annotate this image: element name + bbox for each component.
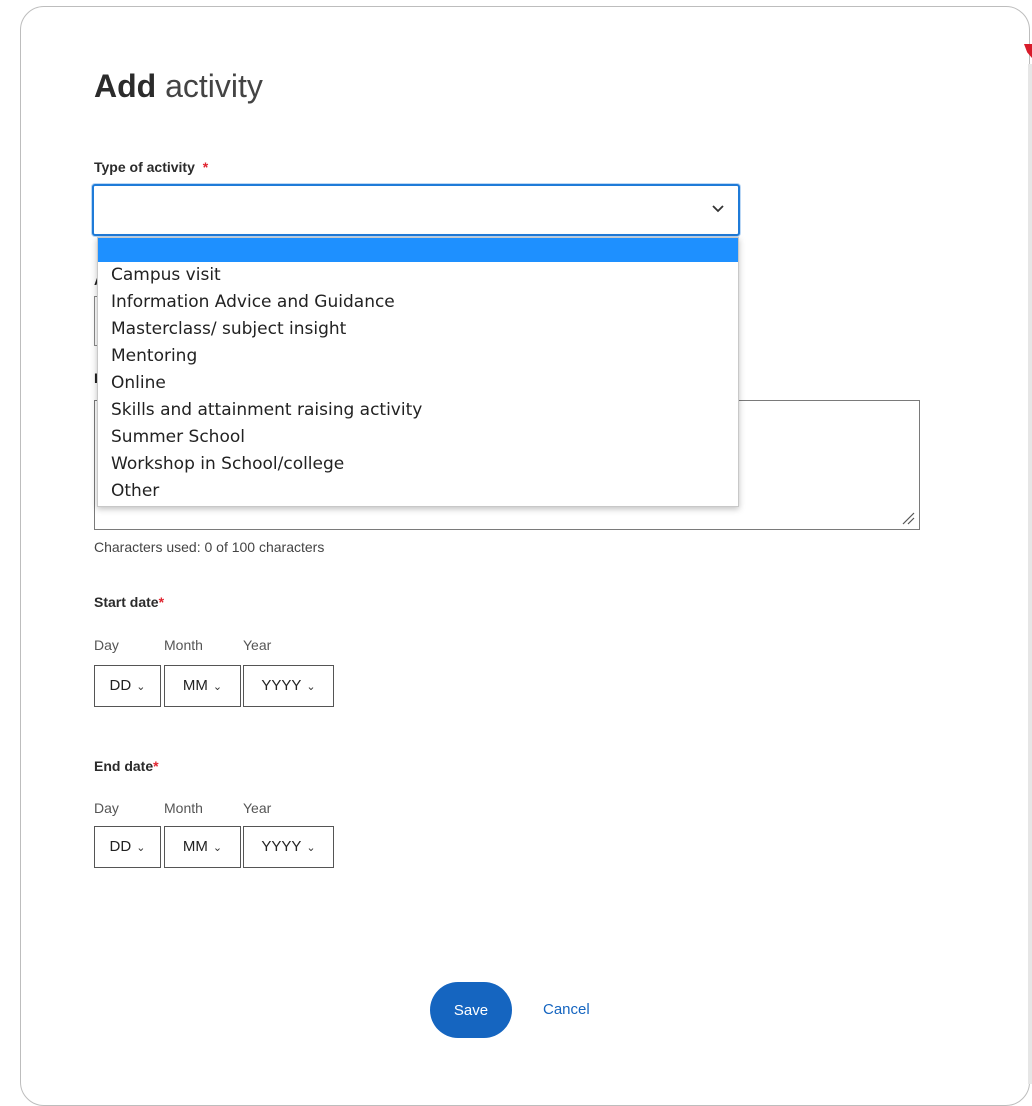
end-date-label: End date* xyxy=(94,758,159,774)
chevron-down-icon: ⌄ xyxy=(136,842,146,854)
dropdown-option[interactable]: Online xyxy=(98,370,738,397)
chevron-down-icon: ⌄ xyxy=(212,842,223,854)
type-of-activity-label-text: Type of activity xyxy=(94,159,195,175)
dropdown-option[interactable]: Campus visit xyxy=(98,262,738,289)
activity-type-dropdown[interactable]: Campus visit Information Advice and Guid… xyxy=(97,237,739,507)
page-edge xyxy=(1028,64,1032,1084)
end-year-value: YYYY xyxy=(261,838,302,855)
start-date-label-text: Start date xyxy=(94,594,159,610)
dropdown-option[interactable]: Mentoring xyxy=(98,343,738,370)
chevron-down-icon: ⌄ xyxy=(306,681,316,693)
chevron-down-icon xyxy=(712,200,724,216)
start-year-label: Year xyxy=(243,637,272,653)
dropdown-option[interactable]: Other xyxy=(98,478,738,505)
end-day-select[interactable]: DD ⌄ xyxy=(94,826,161,868)
dropdown-option[interactable]: Masterclass/ subject insight xyxy=(98,316,738,343)
dropdown-option[interactable]: Summer School xyxy=(98,424,738,451)
resize-grip-icon[interactable] xyxy=(901,511,915,525)
end-month-value: MM xyxy=(182,838,208,855)
start-month-label: Month xyxy=(164,637,203,653)
page-title-light: activity xyxy=(156,68,263,104)
character-count-help: Characters used: 0 of 100 characters xyxy=(94,539,325,555)
start-date-label: Start date* xyxy=(94,594,164,610)
dropdown-option-blank[interactable] xyxy=(98,238,738,262)
start-month-value: MM xyxy=(182,677,208,694)
required-marker: * xyxy=(202,159,209,175)
start-month-select[interactable]: MM ⌄ xyxy=(164,665,241,707)
required-marker: * xyxy=(153,758,159,774)
chevron-down-icon: ⌄ xyxy=(306,842,316,854)
start-year-value: YYYY xyxy=(261,677,302,694)
page-title: Add activity xyxy=(94,66,263,106)
dropdown-option[interactable]: Workshop in School/college xyxy=(98,451,738,478)
end-month-label: Month xyxy=(164,800,203,816)
save-button[interactable]: Save xyxy=(430,982,512,1038)
end-year-select[interactable]: YYYY ⌄ xyxy=(243,826,334,868)
required-marker: * xyxy=(158,594,165,610)
start-day-label: Day xyxy=(94,637,119,653)
cancel-link[interactable]: Cancel xyxy=(543,1001,590,1018)
type-of-activity-select[interactable] xyxy=(92,184,740,236)
start-day-select[interactable]: DD ⌄ xyxy=(94,665,161,707)
end-day-value: DD xyxy=(109,838,132,855)
dropdown-option[interactable]: Skills and attainment raising activity xyxy=(98,397,738,424)
end-year-label: Year xyxy=(243,800,272,816)
type-of-activity-label: Type of activity * xyxy=(94,159,208,175)
start-day-value: DD xyxy=(109,677,132,694)
page-title-bold: Add xyxy=(94,68,157,104)
dropdown-option[interactable]: Information Advice and Guidance xyxy=(98,289,738,316)
end-date-label-text: End date xyxy=(94,758,154,774)
end-day-label: Day xyxy=(94,800,119,816)
chevron-down-icon: ⌄ xyxy=(136,681,146,693)
start-year-select[interactable]: YYYY ⌄ xyxy=(243,665,334,707)
end-month-select[interactable]: MM ⌄ xyxy=(164,826,241,868)
chevron-down-icon: ⌄ xyxy=(212,681,223,693)
